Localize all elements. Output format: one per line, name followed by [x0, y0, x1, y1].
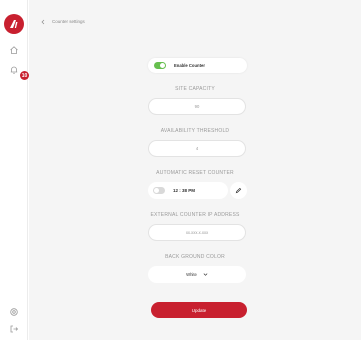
- external-ip-input[interactable]: xx.xxx.x.xxx: [148, 224, 246, 241]
- auto-reset-row: 12 : 38 PM: [148, 182, 228, 199]
- edit-time-button[interactable]: [230, 182, 247, 199]
- background-color-select[interactable]: White: [148, 266, 246, 283]
- settings-gear-icon[interactable]: [8, 306, 20, 318]
- enable-counter-toggle[interactable]: [154, 62, 166, 69]
- availability-threshold-input[interactable]: 4: [148, 140, 246, 157]
- availability-threshold-label: AVAILABILITY THRESHOLD: [160, 128, 230, 134]
- home-icon[interactable]: [8, 44, 20, 56]
- sidebar: 10: [0, 0, 29, 340]
- page-header: Counter settings: [29, 10, 85, 32]
- main-content: Counter settings Enable Counter SITE CAP…: [29, 0, 361, 340]
- auto-reset-time[interactable]: 12 : 38 PM: [173, 188, 195, 193]
- enable-counter-row: Enable Counter: [148, 58, 247, 73]
- site-capacity-input[interactable]: 90: [148, 98, 246, 115]
- page-title: Counter settings: [52, 18, 85, 24]
- chevron-down-icon: [203, 273, 208, 276]
- app-logo[interactable]: [4, 14, 24, 34]
- logo-mark-icon: [10, 20, 18, 28]
- auto-reset-toggle[interactable]: [153, 187, 165, 194]
- background-color-label: BACK GROUND COLOR: [165, 254, 225, 260]
- back-chevron-icon[interactable]: [40, 12, 46, 30]
- auto-reset-label: AUTOMATIC RESET COUNTER: [156, 170, 234, 176]
- enable-counter-label: Enable Counter: [174, 63, 205, 68]
- notification-badge: 10: [20, 71, 29, 80]
- pencil-icon: [235, 187, 242, 194]
- update-button[interactable]: Update: [151, 302, 247, 318]
- site-capacity-label: SITE CAPACITY: [175, 86, 215, 92]
- logout-icon[interactable]: [8, 323, 20, 335]
- external-ip-label: EXTERNAL COUNTER IP ADDRESS: [150, 212, 240, 218]
- bell-icon[interactable]: [8, 64, 20, 76]
